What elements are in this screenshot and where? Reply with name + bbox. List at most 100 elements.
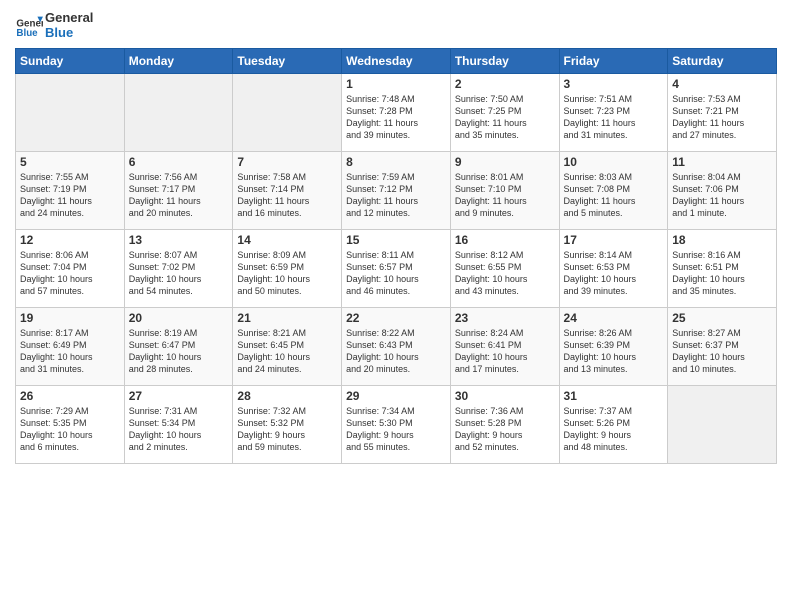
day-number: 2 <box>455 77 555 91</box>
day-number: 11 <box>672 155 772 169</box>
day-header-wednesday: Wednesday <box>342 49 451 74</box>
day-number: 25 <box>672 311 772 325</box>
calendar-cell: 9Sunrise: 8:01 AM Sunset: 7:10 PM Daylig… <box>450 152 559 230</box>
day-number: 28 <box>237 389 337 403</box>
day-info: Sunrise: 8:12 AM Sunset: 6:55 PM Dayligh… <box>455 249 555 298</box>
calendar-container: General Blue General Blue SundayMondayTu… <box>0 0 792 474</box>
calendar-cell <box>233 74 342 152</box>
calendar-cell <box>16 74 125 152</box>
day-number: 4 <box>672 77 772 91</box>
calendar-cell: 4Sunrise: 7:53 AM Sunset: 7:21 PM Daylig… <box>668 74 777 152</box>
calendar-cell: 31Sunrise: 7:37 AM Sunset: 5:26 PM Dayli… <box>559 386 668 464</box>
calendar-cell: 17Sunrise: 8:14 AM Sunset: 6:53 PM Dayli… <box>559 230 668 308</box>
day-info: Sunrise: 7:29 AM Sunset: 5:35 PM Dayligh… <box>20 405 120 454</box>
day-info: Sunrise: 8:06 AM Sunset: 7:04 PM Dayligh… <box>20 249 120 298</box>
week-row-3: 12 Sunrise: 8:06 AM Sunset: 7:04 PM Dayli… <box>16 230 777 308</box>
week-row-1: 1Sunrise: 7:48 AM Sunset: 7:28 PM Daylig… <box>16 74 777 152</box>
day-header-tuesday: Tuesday <box>233 49 342 74</box>
calendar-cell: 15 Sunrise: 8:11 AM Sunset: 6:57 PM Dayli… <box>342 230 451 308</box>
day-info: Sunrise: 7:56 AM Sunset: 7:17 PM Dayligh… <box>129 171 229 220</box>
calendar-cell: 20 Sunrise: 8:19 AM Sunset: 6:47 PM Dayli… <box>124 308 233 386</box>
day-number: 24 <box>564 311 664 325</box>
calendar-cell: 7 Sunrise: 7:58 AM Sunset: 7:14 PM Daylig… <box>233 152 342 230</box>
calendar-cell: 8 Sunrise: 7:59 AM Sunset: 7:12 PM Daylig… <box>342 152 451 230</box>
day-header-sunday: Sunday <box>16 49 125 74</box>
calendar-cell: 22 Sunrise: 8:22 AM Sunset: 6:43 PM Dayli… <box>342 308 451 386</box>
calendar-cell: 24 Sunrise: 8:26 AM Sunset: 6:39 PM Dayli… <box>559 308 668 386</box>
calendar-cell: 27 Sunrise: 7:31 AM Sunset: 5:34 PM Dayli… <box>124 386 233 464</box>
day-info: Sunrise: 7:36 AM Sunset: 5:28 PM Dayligh… <box>455 405 555 454</box>
calendar-cell <box>668 386 777 464</box>
day-info: Sunrise: 7:51 AM Sunset: 7:23 PM Dayligh… <box>564 93 664 142</box>
day-number: 6 <box>129 155 229 169</box>
day-header-monday: Monday <box>124 49 233 74</box>
day-number: 12 <box>20 233 120 247</box>
day-number: 9 <box>455 155 555 169</box>
calendar-header: General Blue General Blue <box>15 10 777 40</box>
day-header-thursday: Thursday <box>450 49 559 74</box>
day-info: Sunrise: 8:03 AM Sunset: 7:08 PM Dayligh… <box>564 171 664 220</box>
day-info: Sunrise: 8:24 AM Sunset: 6:41 PM Dayligh… <box>455 327 555 376</box>
day-info: Sunrise: 8:26 AM Sunset: 6:39 PM Dayligh… <box>564 327 664 376</box>
day-info: Sunrise: 8:17 AM Sunset: 6:49 PM Dayligh… <box>20 327 120 376</box>
calendar-cell: 21Sunrise: 8:21 AM Sunset: 6:45 PM Dayli… <box>233 308 342 386</box>
day-info: Sunrise: 8:11 AM Sunset: 6:57 PM Dayligh… <box>346 249 446 298</box>
day-number: 1 <box>346 77 446 91</box>
logo-general: General <box>45 10 93 25</box>
calendar-cell: 12 Sunrise: 8:06 AM Sunset: 7:04 PM Dayli… <box>16 230 125 308</box>
calendar-body: 1Sunrise: 7:48 AM Sunset: 7:28 PM Daylig… <box>16 74 777 464</box>
calendar-cell: 25 Sunrise: 8:27 AM Sunset: 6:37 PM Dayli… <box>668 308 777 386</box>
calendar-cell: 19 Sunrise: 8:17 AM Sunset: 6:49 PM Dayli… <box>16 308 125 386</box>
day-number: 23 <box>455 311 555 325</box>
svg-text:Blue: Blue <box>16 28 38 39</box>
day-info: Sunrise: 8:19 AM Sunset: 6:47 PM Dayligh… <box>129 327 229 376</box>
day-info: Sunrise: 8:07 AM Sunset: 7:02 PM Dayligh… <box>129 249 229 298</box>
week-row-5: 26 Sunrise: 7:29 AM Sunset: 5:35 PM Dayli… <box>16 386 777 464</box>
calendar-cell <box>124 74 233 152</box>
calendar-cell: 29 Sunrise: 7:34 AM Sunset: 5:30 PM Dayli… <box>342 386 451 464</box>
calendar-cell: 1Sunrise: 7:48 AM Sunset: 7:28 PM Daylig… <box>342 74 451 152</box>
day-number: 15 <box>346 233 446 247</box>
calendar-cell: 26 Sunrise: 7:29 AM Sunset: 5:35 PM Dayli… <box>16 386 125 464</box>
day-number: 7 <box>237 155 337 169</box>
day-info: Sunrise: 8:27 AM Sunset: 6:37 PM Dayligh… <box>672 327 772 376</box>
week-row-4: 19 Sunrise: 8:17 AM Sunset: 6:49 PM Dayli… <box>16 308 777 386</box>
day-number: 13 <box>129 233 229 247</box>
day-info: Sunrise: 7:32 AM Sunset: 5:32 PM Dayligh… <box>237 405 337 454</box>
day-number: 27 <box>129 389 229 403</box>
day-info: Sunrise: 8:22 AM Sunset: 6:43 PM Dayligh… <box>346 327 446 376</box>
day-info: Sunrise: 8:16 AM Sunset: 6:51 PM Dayligh… <box>672 249 772 298</box>
day-info: Sunrise: 7:37 AM Sunset: 5:26 PM Dayligh… <box>564 405 664 454</box>
calendar-table: SundayMondayTuesdayWednesdayThursdayFrid… <box>15 48 777 464</box>
day-number: 20 <box>129 311 229 325</box>
day-number: 29 <box>346 389 446 403</box>
day-info: Sunrise: 7:31 AM Sunset: 5:34 PM Dayligh… <box>129 405 229 454</box>
day-number: 5 <box>20 155 120 169</box>
day-number: 3 <box>564 77 664 91</box>
day-number: 18 <box>672 233 772 247</box>
day-info: Sunrise: 8:04 AM Sunset: 7:06 PM Dayligh… <box>672 171 772 220</box>
day-number: 22 <box>346 311 446 325</box>
calendar-cell: 11 Sunrise: 8:04 AM Sunset: 7:06 PM Dayli… <box>668 152 777 230</box>
day-header-saturday: Saturday <box>668 49 777 74</box>
day-info: Sunrise: 7:34 AM Sunset: 5:30 PM Dayligh… <box>346 405 446 454</box>
calendar-cell: 6 Sunrise: 7:56 AM Sunset: 7:17 PM Daylig… <box>124 152 233 230</box>
calendar-header-row: SundayMondayTuesdayWednesdayThursdayFrid… <box>16 49 777 74</box>
day-info: Sunrise: 8:14 AM Sunset: 6:53 PM Dayligh… <box>564 249 664 298</box>
day-info: Sunrise: 7:59 AM Sunset: 7:12 PM Dayligh… <box>346 171 446 220</box>
day-info: Sunrise: 7:58 AM Sunset: 7:14 PM Dayligh… <box>237 171 337 220</box>
day-info: Sunrise: 7:50 AM Sunset: 7:25 PM Dayligh… <box>455 93 555 142</box>
day-number: 8 <box>346 155 446 169</box>
logo: General Blue General Blue <box>15 10 93 40</box>
calendar-cell: 23 Sunrise: 8:24 AM Sunset: 6:41 PM Dayli… <box>450 308 559 386</box>
day-info: Sunrise: 8:09 AM Sunset: 6:59 PM Dayligh… <box>237 249 337 298</box>
day-number: 30 <box>455 389 555 403</box>
week-row-2: 5 Sunrise: 7:55 AM Sunset: 7:19 PM Daylig… <box>16 152 777 230</box>
day-number: 26 <box>20 389 120 403</box>
calendar-cell: 18 Sunrise: 8:16 AM Sunset: 6:51 PM Dayli… <box>668 230 777 308</box>
calendar-cell: 13 Sunrise: 8:07 AM Sunset: 7:02 PM Dayli… <box>124 230 233 308</box>
day-number: 19 <box>20 311 120 325</box>
day-info: Sunrise: 7:55 AM Sunset: 7:19 PM Dayligh… <box>20 171 120 220</box>
day-info: Sunrise: 8:21 AM Sunset: 6:45 PM Dayligh… <box>237 327 337 376</box>
calendar-cell: 5 Sunrise: 7:55 AM Sunset: 7:19 PM Daylig… <box>16 152 125 230</box>
